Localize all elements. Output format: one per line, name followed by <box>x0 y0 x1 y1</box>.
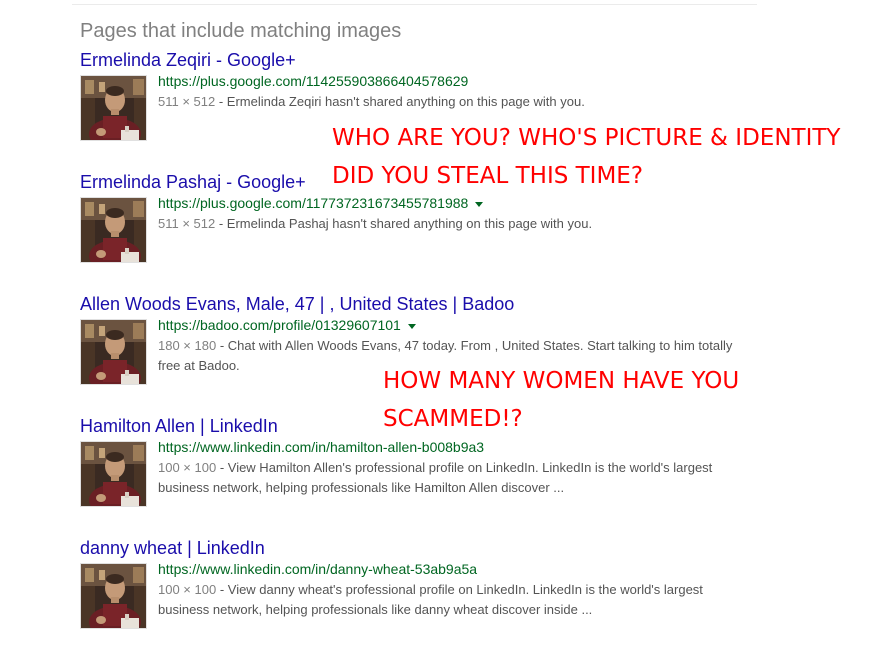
result-thumbnail[interactable] <box>80 197 147 263</box>
result-snippet: 511 × 512 - Ermelinda Pashaj hasn't shar… <box>158 214 738 234</box>
red-annotation-scammed: HOW MANY WOMEN HAVE YOU SCAMMED!? <box>383 362 739 438</box>
image-dimensions: 100 × 100 <box>158 460 217 475</box>
image-dimensions: 100 × 100 <box>158 582 217 597</box>
snippet-text: - Ermelinda Pashaj hasn't shared anythin… <box>215 216 593 231</box>
result-url-text[interactable]: https://plus.google.com/1177372316734557… <box>158 195 468 211</box>
result-url-text[interactable]: https://badoo.com/profile/01329607101 <box>158 317 401 333</box>
result-title-link[interactable]: Ermelinda Pashaj - Google+ <box>80 172 306 193</box>
result-url[interactable]: https://www.linkedin.com/in/hamilton-all… <box>158 439 484 455</box>
annotation-line: DID YOU STEAL THIS TIME? <box>332 163 644 189</box>
snippet-text: - View danny wheat's professional profil… <box>158 582 703 617</box>
result-snippet: 100 × 100 - View danny wheat's professio… <box>158 580 738 620</box>
result-thumbnail[interactable] <box>80 75 147 141</box>
section-heading: Pages that include matching images <box>80 20 402 42</box>
red-annotation-identity: WHO ARE YOU? WHO'S PICTURE & IDENTITY DI… <box>332 119 840 195</box>
dropdown-caret-icon[interactable] <box>475 201 484 207</box>
result-thumbnail[interactable] <box>80 563 147 629</box>
result-url[interactable]: https://plus.google.com/1177372316734557… <box>158 195 484 211</box>
result-title-link[interactable]: danny wheat | LinkedIn <box>80 538 265 559</box>
image-dimensions: 511 × 512 <box>158 94 216 109</box>
result-url[interactable]: https://badoo.com/profile/01329607101 <box>158 317 416 333</box>
result-url-text[interactable]: https://www.linkedin.com/in/hamilton-all… <box>158 439 484 455</box>
divider <box>72 4 757 5</box>
result-url[interactable]: https://plus.google.com/1142559038664045… <box>158 73 468 89</box>
result-url[interactable]: https://www.linkedin.com/in/danny-wheat-… <box>158 561 477 577</box>
result-title-link[interactable]: Allen Woods Evans, Male, 47 | , United S… <box>80 294 514 315</box>
snippet-text: - Ermelinda Zeqiri hasn't shared anythin… <box>215 94 585 109</box>
annotation-line: SCAMMED!? <box>383 406 523 432</box>
dropdown-caret-icon[interactable] <box>407 323 416 329</box>
result-snippet: 511 × 512 - Ermelinda Zeqiri hasn't shar… <box>158 92 738 112</box>
result-title-link[interactable]: Hamilton Allen | LinkedIn <box>80 416 278 437</box>
result-url-text[interactable]: https://plus.google.com/1142559038664045… <box>158 73 468 89</box>
image-dimensions: 511 × 512 <box>158 216 216 231</box>
search-results-page: Pages that include matching images Ermel… <box>0 0 896 653</box>
snippet-text: - View Hamilton Allen's professional pro… <box>158 460 713 495</box>
result-snippet: 100 × 100 - View Hamilton Allen's profes… <box>158 458 738 498</box>
result-thumbnail[interactable] <box>80 319 147 385</box>
image-dimensions: 180 × 180 <box>158 338 217 353</box>
result-thumbnail[interactable] <box>80 441 147 507</box>
result-title-link[interactable]: Ermelinda Zeqiri - Google+ <box>80 50 296 71</box>
annotation-line: WHO ARE YOU? WHO'S PICTURE & IDENTITY <box>332 125 841 151</box>
annotation-line: HOW MANY WOMEN HAVE YOU <box>383 368 740 394</box>
result-url-text[interactable]: https://www.linkedin.com/in/danny-wheat-… <box>158 561 477 577</box>
